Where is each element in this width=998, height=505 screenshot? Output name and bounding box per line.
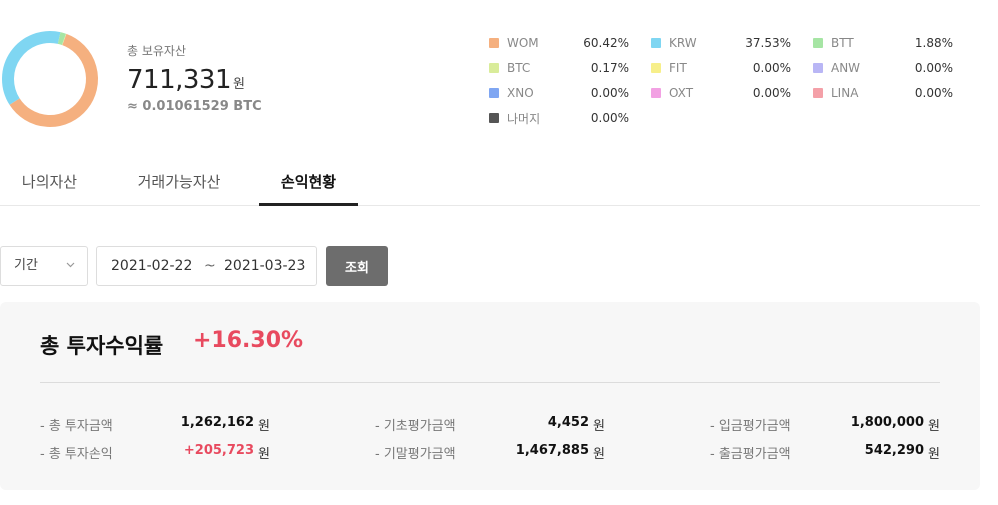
tab-tradable-assets[interactable]: 거래가능자산: [119, 160, 239, 206]
legend-swatch: [489, 88, 499, 98]
total-return-rate: +16.30%: [193, 328, 304, 353]
legend-percent: 1.88%: [914, 36, 953, 50]
legend-item: BTC 0.17%: [489, 60, 629, 76]
profit-summary-card: 총 투자수익률 +16.30% - 총 투자금액 1,262,162 원 - 총…: [0, 302, 980, 490]
date-start-input[interactable]: 2021-02-22: [111, 247, 192, 285]
tab-my-assets[interactable]: 나의자산: [0, 160, 99, 206]
stat-closing-valuation: - 기말평가금액 1,467,885 원: [375, 443, 605, 462]
tab-profit-loss[interactable]: 손익현황: [259, 160, 358, 206]
asset-tabs: 나의자산 거래가능자산 손익현황: [0, 160, 980, 206]
search-button[interactable]: 조회: [326, 246, 388, 286]
legend-swatch: [651, 38, 661, 48]
stat-label: - 출금평가금액: [710, 447, 791, 462]
total-asset-btc: ≈ 0.01061529 BTC: [127, 99, 262, 114]
donut-slice-KRW: [2, 31, 61, 105]
legend-item: WOM 60.42%: [489, 35, 629, 51]
legend-item: XNO 0.00%: [489, 85, 629, 101]
legend-percent: 60.42%: [583, 36, 629, 50]
stat-unit: 원: [593, 447, 605, 462]
legend-swatch: [651, 63, 661, 73]
legend-name: BTC: [507, 61, 531, 75]
stat-label: - 기초평가금액: [375, 419, 456, 434]
asset-summary: 총 보유자산 711,331 원 ≈ 0.01061529 BTC: [127, 42, 262, 114]
date-range-picker[interactable]: 2021-02-22 ~ 2021-03-23: [96, 246, 317, 286]
legend-item: LINA 0.00%: [813, 85, 953, 101]
stat-unit: 원: [928, 419, 940, 434]
stat-total-profit: - 총 투자손익 +205,723 원: [40, 443, 270, 462]
legend-item: FIT 0.00%: [651, 60, 791, 76]
legend-name: WOM: [507, 36, 539, 50]
stat-unit: 원: [258, 419, 270, 434]
stat-value: 542,290: [864, 443, 924, 458]
stat-unit: 원: [258, 447, 270, 462]
legend-percent: 37.53%: [745, 36, 791, 50]
legend-item: BTT 1.88%: [813, 35, 953, 51]
legend-name: KRW: [669, 36, 697, 50]
stat-label: - 총 투자손익: [40, 447, 113, 462]
stat-deposit-valuation: - 입금평가금액 1,800,000 원: [710, 415, 940, 434]
legend-item: OXT 0.00%: [651, 85, 791, 101]
stat-total-investment: - 총 투자금액 1,262,162 원: [40, 415, 270, 434]
legend-item: 나머지 0.00%: [489, 110, 629, 126]
stat-label: - 기말평가금액: [375, 447, 456, 462]
card-divider: [40, 382, 940, 383]
total-asset-value: 711,331: [127, 65, 232, 95]
legend-percent: 0.00%: [590, 111, 629, 125]
legend-swatch: [813, 63, 823, 73]
legend-swatch: [489, 63, 499, 73]
stat-unit: 원: [593, 419, 605, 434]
stat-value: +205,723: [183, 443, 254, 458]
legend-swatch: [813, 38, 823, 48]
legend-swatch: [651, 88, 661, 98]
stat-unit: 원: [928, 447, 940, 462]
stat-label: - 입금평가금액: [710, 419, 791, 434]
chevron-down-icon: [66, 247, 75, 285]
legend-name: XNO: [507, 86, 534, 100]
legend-percent: 0.00%: [914, 61, 953, 75]
summary-label: 총 보유자산: [127, 44, 187, 58]
legend-name: FIT: [669, 61, 687, 75]
stat-withdrawal-valuation: - 출금평가금액 542,290 원: [710, 443, 940, 462]
legend-name: BTT: [831, 36, 854, 50]
legend-swatch: [813, 88, 823, 98]
period-select-label: 기간: [14, 258, 38, 273]
donut-slice-BTT: [57, 32, 66, 46]
legend-swatch: [489, 113, 499, 123]
asset-donut-chart: [2, 31, 98, 127]
legend-name: ANW: [831, 61, 861, 75]
date-range-separator: ~: [204, 258, 216, 274]
legend-name: 나머지: [507, 111, 541, 126]
date-end-input[interactable]: 2021-03-23: [224, 247, 305, 285]
legend-percent: 0.17%: [590, 61, 629, 75]
legend-name: LINA: [831, 86, 859, 100]
legend-percent: 0.00%: [914, 86, 953, 100]
stat-value: 1,262,162: [180, 415, 254, 430]
legend-percent: 0.00%: [590, 86, 629, 100]
stat-value: 1,467,885: [515, 443, 589, 458]
legend-percent: 0.00%: [752, 86, 791, 100]
stat-label: - 총 투자금액: [40, 419, 113, 434]
total-asset-unit: 원: [233, 77, 245, 92]
legend-item: KRW 37.53%: [651, 35, 791, 51]
total-return-title: 총 투자수익률: [40, 334, 164, 358]
total-asset-amount: 711,331 원: [127, 65, 262, 95]
stat-value: 1,800,000: [850, 415, 924, 430]
legend-swatch: [489, 38, 499, 48]
stat-opening-valuation: - 기초평가금액 4,452 원: [375, 415, 605, 434]
legend-item: ANW 0.00%: [813, 60, 953, 76]
legend-name: OXT: [669, 86, 694, 100]
period-select[interactable]: 기간: [0, 246, 88, 286]
stat-value: 4,452: [547, 415, 589, 430]
legend-percent: 0.00%: [752, 61, 791, 75]
